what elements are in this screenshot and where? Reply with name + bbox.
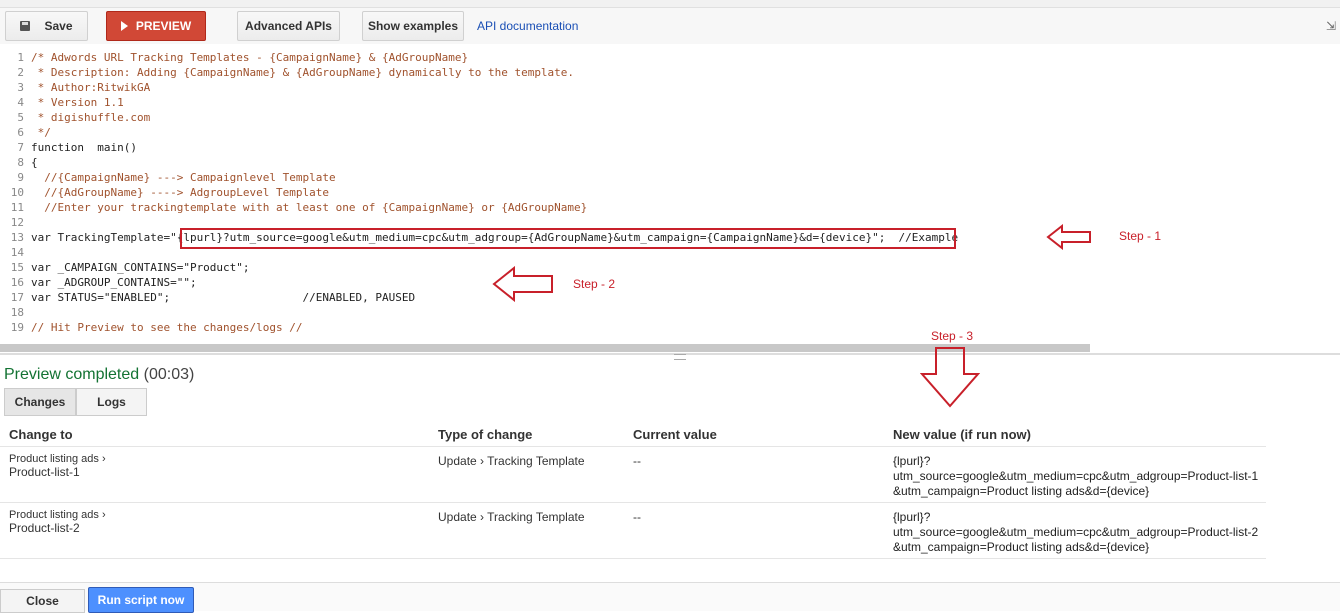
line-number: 16 [10,276,24,289]
preview-time: (00:03) [143,366,195,383]
header-change-to: Change to [9,427,73,442]
code-line: var STATUS="ENABLED"; //ENABLED, PAUSED [31,291,416,304]
line-number: 5 [17,111,24,124]
resize-handle[interactable] [674,354,686,360]
code-line: //Enter your trackingtemplate with at le… [31,201,588,214]
collapse-icon[interactable]: ⇲ [1326,19,1336,33]
save-label: Save [44,19,73,33]
preview-status-text: Preview completed [4,366,140,383]
footer-bar [0,582,1340,611]
code-line: //{AdGroupName} ----> AdgroupLevel Templ… [31,186,330,199]
code-line: var _CAMPAIGN_CONTAINS="Product"; [31,261,250,274]
row-current-value: -- [633,454,641,468]
row-new-value: {lpurl}? utm_source=google&utm_medium=cp… [893,454,1259,498]
code-line: // Hit Preview to see the changes/logs /… [31,321,303,334]
header-new-value: New value (if run now) [893,427,1031,442]
line-number: 3 [17,81,24,94]
line-number: 12 [10,216,24,229]
save-icon [20,21,31,31]
code-line: //{CampaignName} ---> Campaignlevel Temp… [31,171,336,184]
header-divider [0,446,1266,447]
run-script-button[interactable]: Run script now [88,587,194,613]
code-line: function main() [31,141,137,154]
row-type: Update › Tracking Template [438,510,585,524]
line-number: 10 [10,186,24,199]
preview-status: Preview completed (00:03) [4,366,194,384]
close-button[interactable]: Close [0,589,85,613]
line-number: 6 [17,126,24,139]
row-divider [0,558,1266,559]
header-type-of-change: Type of change [438,427,533,442]
row-parent-label: Product listing ads › [9,509,106,521]
line-number: 2 [17,66,24,79]
line-number: 13 [10,231,24,244]
code-line: * Description: Adding {CampaignName} & {… [31,66,575,79]
play-icon [120,21,128,31]
code-editor[interactable]: 1 /* Adwords URL Tracking Templates - {Ca… [0,49,1340,344]
row-new-value: {lpurl}? utm_source=google&utm_medium=cp… [893,510,1259,554]
line-number: 11 [10,201,24,214]
line-number: 15 [10,261,24,274]
code-line: */ [31,126,51,139]
line-number: 14 [10,246,24,259]
tab-logs[interactable]: Logs [76,388,147,416]
show-examples-label: Show examples [367,19,459,33]
step1-label: Step - 1 [1119,229,1162,243]
line-number: 1 [17,51,24,64]
line-number: 4 [17,96,24,109]
code-line: { [31,156,38,169]
pane-divider [0,353,1340,355]
line-number: 17 [10,291,24,304]
toolbar: Save PREVIEW Advanced APIs Show examples… [0,8,1340,44]
row-name: Product-list-2 [9,521,80,535]
preview-button[interactable]: PREVIEW [106,11,206,41]
code-line: * Version 1.1 [31,96,124,109]
preview-label: PREVIEW [135,19,192,33]
step3-arrow-icon [920,347,980,408]
row-current-value: -- [633,510,641,524]
advanced-apis-button[interactable]: Advanced APIs [237,11,340,41]
code-line: * Author:RitwikGA [31,81,151,94]
row-divider [0,502,1266,503]
line-number: 19 [10,321,24,334]
line-number: 9 [17,171,24,184]
row-parent-label: Product listing ads › [9,453,106,465]
step2-arrow-icon [492,266,553,302]
step3-label: Step - 3 [931,329,974,343]
code-line: * digishuffle.com [31,111,151,124]
code-line: /* Adwords URL Tracking Templates - {Cam… [31,51,469,64]
step1-arrow-icon [1046,224,1091,250]
code-line: var _ADGROUP_CONTAINS=""; [31,276,197,289]
line-number: 7 [17,141,24,154]
row-type: Update › Tracking Template [438,454,585,468]
header-current-value: Current value [633,427,717,442]
line-number: 8 [17,156,24,169]
tab-changes[interactable]: Changes [4,388,76,416]
tracking-template-highlight [180,228,956,249]
advanced-apis-label: Advanced APIs [245,19,332,33]
api-documentation-link[interactable]: API documentation [477,19,578,33]
save-button[interactable]: Save [5,11,88,41]
top-border [0,0,1340,8]
line-number: 18 [10,306,24,319]
show-examples-button[interactable]: Show examples [362,11,464,41]
row-name: Product-list-1 [9,465,80,479]
step2-label: Step - 2 [573,277,616,291]
